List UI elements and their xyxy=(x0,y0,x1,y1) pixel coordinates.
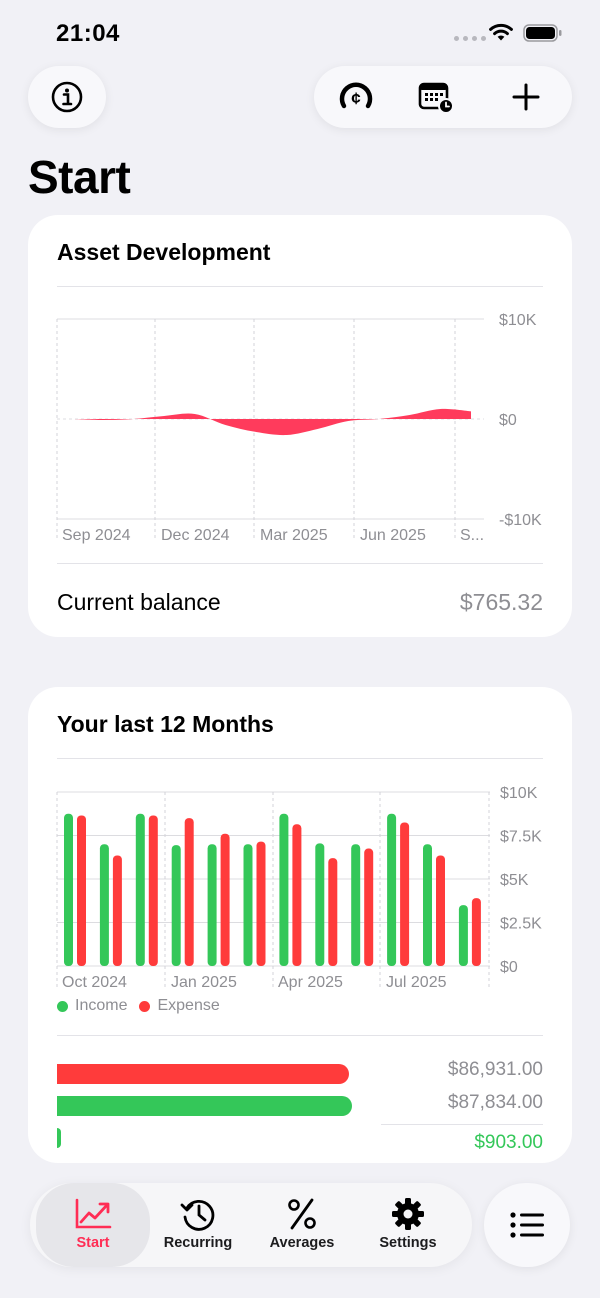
balance-area xyxy=(72,408,471,436)
calendar-clock-icon xyxy=(418,82,454,114)
clock-history-icon xyxy=(180,1199,215,1231)
info-button[interactable] xyxy=(28,66,106,128)
legend-expense-label: Expense xyxy=(157,997,220,1014)
income-bar xyxy=(458,905,468,966)
income-bar xyxy=(279,813,289,966)
tab-settings[interactable]: Settings xyxy=(362,1183,454,1267)
tab-recurring[interactable]: Recurring xyxy=(152,1183,244,1267)
page-title: Start xyxy=(28,151,131,203)
income-bar xyxy=(207,844,217,966)
x-tick-label: Oct 2024 xyxy=(62,974,127,991)
expense-bar xyxy=(256,841,266,966)
y-tick-label: $0 xyxy=(499,412,517,429)
months-card-title: Your last 12 Months xyxy=(57,711,274,737)
percent-icon xyxy=(288,1198,316,1230)
current-balance-label: Current balance xyxy=(57,589,221,615)
expense-legend-dot xyxy=(139,1000,151,1012)
income-bar xyxy=(387,813,397,966)
y-tick-label: $2.5K xyxy=(500,916,542,933)
toolbar-pill: ¢ xyxy=(314,66,572,128)
expense-bar xyxy=(471,898,481,966)
wifi-icon xyxy=(489,23,513,41)
x-tick-label: S... xyxy=(460,527,484,544)
expense-bar xyxy=(400,822,410,966)
tab-averages-label: Averages xyxy=(269,1235,335,1251)
battery-icon xyxy=(523,24,562,42)
x-tick-label: Sep 2024 xyxy=(62,527,131,544)
income-bar xyxy=(243,844,253,966)
list-icon xyxy=(510,1212,544,1238)
income-expense-bar-chart: $10K $7.5K $5K $2.5K $0 Oct 2024 Jan 2025 Apr 2… xyxy=(56,785,542,991)
asset-card-title: Asset Development xyxy=(57,239,271,265)
x-tick-label: Apr 2025 xyxy=(278,974,343,991)
expense-total-bar xyxy=(57,1064,350,1084)
income-bar xyxy=(171,845,181,966)
svg-text:¢: ¢ xyxy=(351,89,361,108)
expense-total-value: $86,931.00 xyxy=(447,1059,543,1080)
add-button[interactable] xyxy=(486,66,566,128)
income-legend-dot xyxy=(57,1000,68,1012)
expense-bar xyxy=(77,815,86,966)
chart-legend: Income Expense xyxy=(57,997,220,1015)
last-12-months-card[interactable]: Your last 12 Months $10K $7.5K $5K $2.5K $0 O… xyxy=(28,687,572,1163)
divider xyxy=(57,758,543,759)
income-bar xyxy=(99,844,109,966)
asset-area-chart: $10K $0 -$10K Sep 2024 Dec 2024 Mar 2025 Jun 2… xyxy=(56,312,542,544)
current-balance-value: $765.32 xyxy=(459,589,543,615)
currency-gauge-button[interactable]: ¢ xyxy=(316,66,396,128)
calendar-schedule-button[interactable] xyxy=(396,66,476,128)
x-tick-label: Jul 2025 xyxy=(386,974,447,991)
tab-averages[interactable]: Averages xyxy=(256,1183,348,1267)
y-tick-label: $10K xyxy=(500,785,538,802)
tab-start[interactable]: Start xyxy=(36,1183,150,1267)
y-tick-label: -$10K xyxy=(499,512,542,529)
list-menu-button[interactable] xyxy=(484,1183,570,1267)
divider xyxy=(57,563,543,564)
info-icon xyxy=(51,81,83,113)
cellular-signal-icon xyxy=(454,36,486,41)
divider xyxy=(57,1035,543,1036)
status-time: 21:04 xyxy=(56,20,120,47)
income-bar xyxy=(351,844,361,966)
y-tick-label: $10K xyxy=(499,312,537,329)
asset-development-card[interactable]: Asset Development $10K $0 -$10K Sep 2024 Dec… xyxy=(28,215,572,637)
expense-bar xyxy=(220,833,230,966)
expense-bar xyxy=(328,858,338,966)
tab-bar: Start Recurring Averages Settings xyxy=(30,1183,472,1267)
net-total-value: $903.00 xyxy=(474,1132,543,1153)
plus-icon xyxy=(512,83,540,111)
x-tick-label: Jun 2025 xyxy=(360,527,426,544)
x-tick-label: Jan 2025 xyxy=(171,974,237,991)
income-bar xyxy=(135,813,145,966)
total-divider xyxy=(381,1124,543,1125)
x-tick-label: Mar 2025 xyxy=(260,527,328,544)
y-tick-label: $7.5K xyxy=(500,829,542,846)
income-bar xyxy=(64,813,73,966)
expense-bar xyxy=(292,824,302,966)
income-bar xyxy=(423,844,432,966)
y-tick-label: $0 xyxy=(500,959,518,976)
expense-bar xyxy=(364,848,374,966)
net-total-bar xyxy=(57,1128,61,1148)
tab-settings-label: Settings xyxy=(379,1235,437,1251)
gear-icon xyxy=(392,1198,424,1230)
status-bar: 21:04 xyxy=(0,0,600,64)
divider xyxy=(57,286,543,287)
tab-start-label: Start xyxy=(76,1235,110,1251)
income-total-bar xyxy=(57,1096,352,1116)
expense-bar xyxy=(112,855,122,966)
legend-income-label: Income xyxy=(75,997,128,1014)
y-tick-label: $5K xyxy=(500,872,529,889)
expense-bar xyxy=(148,815,158,966)
x-tick-label: Dec 2024 xyxy=(161,527,230,544)
currency-gauge-icon: ¢ xyxy=(339,82,373,109)
income-total-value: $87,834.00 xyxy=(447,1092,543,1113)
tab-recurring-label: Recurring xyxy=(163,1235,233,1251)
income-bar xyxy=(315,843,325,966)
expense-bar xyxy=(436,855,445,966)
expense-bar xyxy=(184,818,194,966)
chart-line-icon xyxy=(75,1198,112,1229)
